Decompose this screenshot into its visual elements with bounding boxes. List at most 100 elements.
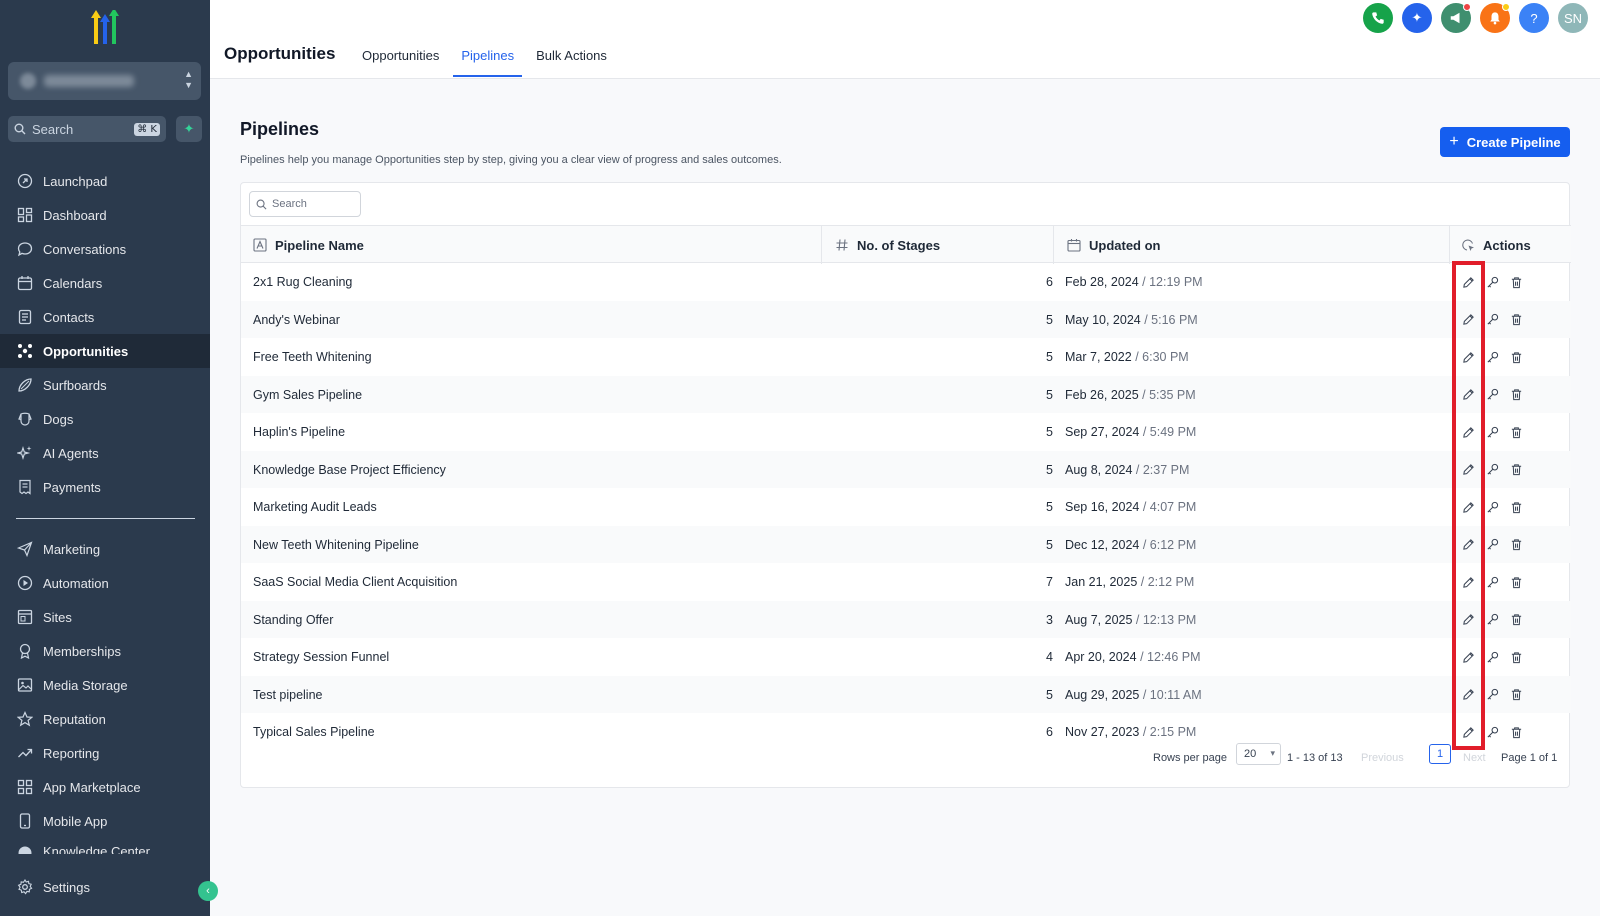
sidebar-item-media-storage[interactable]: Media Storage: [0, 668, 210, 702]
sidebar-item-memberships[interactable]: Memberships: [0, 634, 210, 668]
account-name: [44, 75, 134, 87]
sidebar-item-marketing[interactable]: Marketing: [0, 532, 210, 566]
section-description: Pipelines help you manage Opportunities …: [240, 154, 782, 166]
sidebar-item-contacts[interactable]: Contacts: [0, 300, 210, 334]
table-row[interactable]: Marketing Audit Leads 5 Sep 16, 2024 / 4:0…: [241, 488, 1571, 526]
updated-time: 12:13 PM: [1142, 612, 1197, 627]
delete-trash-icon[interactable]: [1508, 574, 1524, 590]
permissions-key-icon[interactable]: [1484, 649, 1500, 665]
sidebar-item-label: Launchpad: [43, 173, 108, 189]
sidebar-search-input[interactable]: Search ⌘ K: [8, 116, 166, 142]
sidebar-item-sites[interactable]: Sites: [0, 600, 210, 634]
phone-button[interactable]: [1363, 3, 1393, 33]
sidebar-item-mobile-app[interactable]: Mobile App: [0, 804, 210, 838]
automation-icon: [16, 574, 34, 592]
column-header-updated-on[interactable]: Updated on: [1067, 226, 1161, 264]
delete-trash-icon[interactable]: [1508, 349, 1524, 365]
table-row[interactable]: 2x1 Rug Cleaning 6 Feb 28, 2024 / 12:19 PM: [241, 263, 1571, 301]
permissions-key-icon[interactable]: [1484, 462, 1500, 478]
avatar[interactable]: SN: [1558, 3, 1588, 33]
table-row[interactable]: Haplin's Pipeline 5 Sep 27, 2024 / 5:49 PM: [241, 413, 1571, 451]
column-header-label: No. of Stages: [857, 237, 941, 253]
permissions-key-icon[interactable]: [1484, 724, 1500, 740]
sidebar-item-dogs[interactable]: Dogs: [0, 402, 210, 436]
table-row[interactable]: Standing Offer 3 Aug 7, 2025 / 12:13 PM: [241, 600, 1571, 638]
ai-assistant-button[interactable]: ✦: [1402, 3, 1432, 33]
rows-per-page-select[interactable]: 20 ▾: [1236, 743, 1281, 765]
tab-bulk-actions[interactable]: Bulk Actions: [528, 48, 615, 77]
updated-time: 4:07 PM: [1149, 500, 1197, 514]
column-header-stages[interactable]: No. of Stages: [835, 226, 940, 264]
sidebar-item-settings[interactable]: Settings: [0, 870, 210, 904]
table-row[interactable]: Knowledge Base Project Efficiency 5 Aug 8,…: [241, 450, 1571, 488]
help-button[interactable]: ?: [1519, 3, 1549, 33]
delete-trash-icon[interactable]: [1508, 612, 1524, 628]
table-row[interactable]: Free Teeth Whitening 5 Mar 7, 2022 / 6:30 …: [241, 338, 1571, 376]
delete-trash-icon[interactable]: [1508, 649, 1524, 665]
lightning-icon: ✦: [183, 121, 195, 136]
sidebar-item-surfboards[interactable]: Surfboards: [0, 368, 210, 402]
permissions-key-icon[interactable]: [1484, 537, 1500, 553]
permissions-key-icon[interactable]: [1484, 274, 1500, 290]
pipeline-name-cell: Knowledge Base Project Efficiency: [253, 462, 446, 477]
pipeline-name-cell: Test pipeline: [253, 687, 323, 702]
sidebar-item-conversations[interactable]: Conversations: [0, 232, 210, 266]
quick-action-button[interactable]: ✦: [176, 116, 202, 142]
table-row[interactable]: Andy's Webinar 5 May 10, 2024 / 5:16 PM: [241, 300, 1571, 338]
table-row[interactable]: SaaS Social Media Client Acquisition 7 Jan…: [241, 563, 1571, 601]
announcements-button[interactable]: [1441, 3, 1471, 33]
delete-trash-icon[interactable]: [1508, 537, 1524, 553]
sidebar-item-knowledge-center[interactable]: Knowledge Center: [0, 838, 210, 854]
updated-on-cell: Aug 29, 2025 / 10:11 AM: [1065, 688, 1202, 702]
dog-icon: [16, 410, 34, 428]
account-switcher[interactable]: ▲ ▼: [8, 62, 201, 100]
permissions-key-icon[interactable]: [1484, 349, 1500, 365]
delete-trash-icon[interactable]: [1508, 274, 1524, 290]
table-search-input[interactable]: Search: [249, 191, 361, 217]
page-number-button[interactable]: 1: [1429, 744, 1451, 764]
chevron-left-icon: ‹: [206, 885, 210, 897]
permissions-key-icon[interactable]: [1484, 687, 1500, 703]
updated-time-separator: /: [1139, 425, 1150, 439]
table-row[interactable]: Gym Sales Pipeline 5 Feb 26, 2025 / 5:35 P…: [241, 375, 1571, 413]
sidebar-item-calendars[interactable]: Calendars: [0, 266, 210, 300]
updated-date: May 10, 2024: [1065, 312, 1141, 327]
notifications-button[interactable]: [1480, 3, 1510, 33]
next-page-button[interactable]: Next: [1463, 752, 1486, 764]
delete-trash-icon[interactable]: [1508, 424, 1524, 440]
sidebar-item-ai-agents[interactable]: AI Agents: [0, 436, 210, 470]
sidebar-item-automation[interactable]: Automation: [0, 566, 210, 600]
delete-trash-icon[interactable]: [1508, 724, 1524, 740]
permissions-key-icon[interactable]: [1484, 424, 1500, 440]
sidebar-item-launchpad[interactable]: Launchpad: [0, 164, 210, 198]
delete-trash-icon[interactable]: [1508, 462, 1524, 478]
table-row[interactable]: Strategy Session Funnel 4 Apr 20, 2024 / 1…: [241, 638, 1571, 676]
updated-time-separator: /: [1132, 612, 1143, 627]
sidebar-item-reputation[interactable]: Reputation: [0, 702, 210, 736]
tab-opportunities[interactable]: Opportunities: [354, 48, 447, 77]
delete-trash-icon[interactable]: [1508, 687, 1524, 703]
previous-page-button[interactable]: Previous: [1361, 752, 1404, 764]
delete-trash-icon[interactable]: [1508, 312, 1524, 328]
tab-pipelines[interactable]: Pipelines: [453, 48, 522, 77]
delete-trash-icon[interactable]: [1508, 499, 1524, 515]
sidebar-nav-primary: Launchpad Dashboard Conversations Calend…: [0, 164, 210, 504]
updated-on-cell: Apr 20, 2024 / 12:46 PM: [1065, 650, 1201, 664]
sidebar-collapse-button[interactable]: ‹: [198, 881, 218, 901]
sidebar-item-app-marketplace[interactable]: App Marketplace: [0, 770, 210, 804]
permissions-key-icon[interactable]: [1484, 499, 1500, 515]
sidebar-item-dashboard[interactable]: Dashboard: [0, 198, 210, 232]
permissions-key-icon[interactable]: [1484, 387, 1500, 403]
delete-trash-icon[interactable]: [1508, 387, 1524, 403]
create-pipeline-button[interactable]: + Create Pipeline: [1440, 127, 1570, 157]
permissions-key-icon[interactable]: [1484, 574, 1500, 590]
sidebar-item-payments[interactable]: Payments: [0, 470, 210, 504]
brand-logo-icon[interactable]: [84, 8, 126, 46]
table-row[interactable]: Test pipeline 5 Aug 29, 2025 / 10:11 AM: [241, 675, 1571, 713]
sidebar-item-reporting[interactable]: Reporting: [0, 736, 210, 770]
permissions-key-icon[interactable]: [1484, 312, 1500, 328]
column-header-pipeline-name[interactable]: Pipeline Name: [253, 226, 364, 264]
table-row[interactable]: New Teeth Whitening Pipeline 5 Dec 12, 202…: [241, 525, 1571, 563]
permissions-key-icon[interactable]: [1484, 612, 1500, 628]
sidebar-item-opportunities[interactable]: Opportunities: [0, 334, 210, 368]
